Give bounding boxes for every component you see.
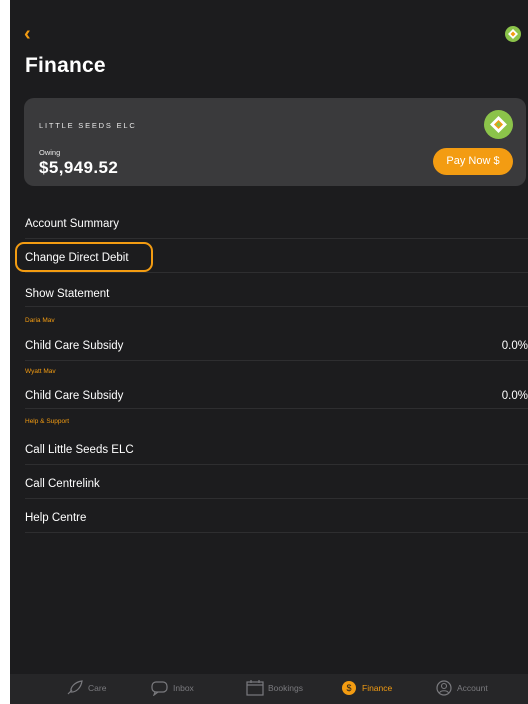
divider bbox=[25, 272, 528, 273]
child-care-subsidy-item[interactable]: Child Care Subsidy 0.0% bbox=[25, 390, 528, 402]
owing-label: Owing bbox=[39, 148, 61, 157]
change-direct-debit-item[interactable]: Change Direct Debit bbox=[25, 252, 528, 264]
svg-text:$: $ bbox=[346, 683, 351, 693]
centre-name: LITTLE SEEDS ELC bbox=[39, 121, 137, 130]
help-centre-item[interactable]: Help Centre bbox=[25, 512, 528, 524]
tab-inbox[interactable]: Inbox bbox=[151, 681, 194, 697]
account-card: LITTLE SEEDS ELC Owing $5,949.52 Pay Now… bbox=[24, 98, 526, 186]
child-section-label: Wyatt Mav bbox=[25, 368, 56, 375]
rocket-icon bbox=[66, 680, 84, 698]
header: ‹ Finance bbox=[10, 0, 528, 88]
owing-amount: $5,949.52 bbox=[39, 158, 119, 177]
divider bbox=[25, 238, 528, 239]
divider bbox=[25, 408, 528, 409]
page-title: Finance bbox=[25, 54, 106, 77]
tab-bar: Care Inbox Bookings $ Finance Account bbox=[10, 674, 528, 704]
pay-now-button[interactable]: Pay Now $ bbox=[433, 148, 513, 175]
subsidy-value: 0.0% bbox=[501, 390, 528, 402]
dollar-coin-icon: $ bbox=[340, 680, 358, 698]
call-centre-item[interactable]: Call Little Seeds ELC bbox=[25, 444, 528, 456]
child-care-subsidy-item[interactable]: Child Care Subsidy 0.0% bbox=[25, 340, 528, 352]
kite-logo-icon bbox=[484, 110, 513, 139]
chevron-left-icon[interactable]: ‹ bbox=[24, 24, 31, 44]
chat-icon bbox=[151, 680, 169, 698]
app-screen: ‹ Finance LITTLE SEEDS ELC Owing $5,949.… bbox=[10, 0, 528, 704]
tab-bookings[interactable]: Bookings bbox=[246, 680, 303, 696]
account-summary-item[interactable]: Account Summary bbox=[25, 218, 528, 230]
show-statement-item[interactable]: Show Statement bbox=[25, 288, 528, 300]
divider bbox=[25, 532, 528, 533]
tab-account[interactable]: Account bbox=[436, 680, 488, 696]
call-centrelink-item[interactable]: Call Centrelink bbox=[25, 478, 528, 490]
help-section-label: Help & Support bbox=[25, 418, 70, 425]
tab-care[interactable]: Care bbox=[67, 680, 106, 695]
subsidy-label: Child Care Subsidy bbox=[25, 390, 124, 402]
divider bbox=[25, 360, 528, 361]
divider bbox=[25, 464, 528, 465]
person-icon bbox=[435, 680, 453, 698]
tab-finance[interactable]: $ Finance bbox=[342, 681, 392, 695]
divider bbox=[25, 306, 528, 307]
child-section-label: Daria Mav bbox=[25, 317, 55, 324]
calendar-icon bbox=[246, 680, 264, 698]
divider bbox=[25, 498, 528, 499]
kite-logo-icon[interactable] bbox=[505, 26, 521, 42]
subsidy-label: Child Care Subsidy bbox=[25, 340, 124, 352]
subsidy-value: 0.0% bbox=[501, 340, 528, 352]
